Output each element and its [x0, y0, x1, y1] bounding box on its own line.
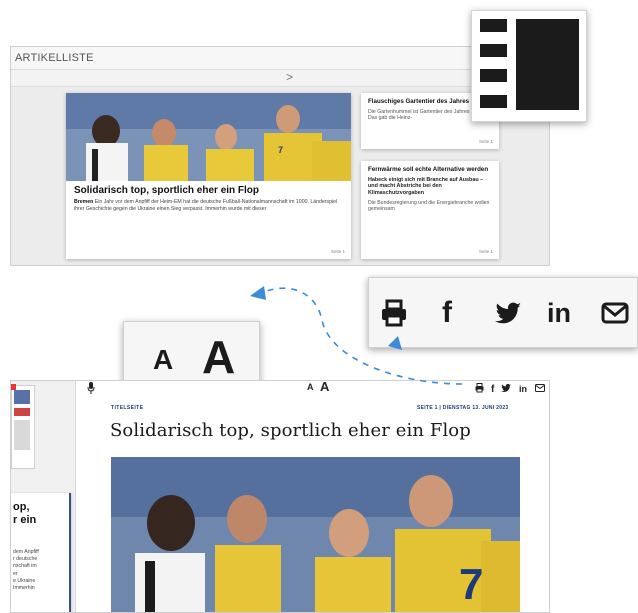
twitter-icon[interactable]: [493, 298, 523, 328]
preview-text-line: dem Anpfiff: [13, 549, 39, 555]
preview-text-line: er: [13, 570, 18, 577]
mail-icon[interactable]: [600, 298, 630, 328]
article-list-panel: ARTIKELLISTE > 7 Solidarisch top, sportl…: [10, 46, 550, 266]
font-increase-button[interactable]: A: [202, 330, 235, 384]
side-article-1-page: Seite 1: [478, 139, 493, 144]
thumbnail-block: [14, 408, 30, 416]
side-article-2-page: Seite 1: [478, 249, 493, 254]
share-popup: f in: [368, 277, 638, 348]
toolbar-print-icon[interactable]: [475, 383, 484, 393]
toolbar-twitter-icon[interactable]: [501, 383, 511, 392]
next-arrow-button[interactable]: >: [286, 70, 293, 84]
lead-location: Bremen: [74, 199, 94, 205]
toolbar-share-icons: f in: [475, 383, 545, 393]
preview-text-line: nschaft im: [13, 563, 37, 570]
preview-text-line: e Ukraine: [13, 577, 36, 584]
toolbar-font-decrease[interactable]: A: [307, 382, 314, 392]
article-view-panel: op, r ein dem Anpfiff r deutsche nschaft…: [10, 380, 550, 613]
side-article-2-text: Die Bundesregierung und die Energiebranc…: [368, 199, 490, 213]
facebook-icon[interactable]: f: [442, 296, 452, 330]
article-section-label: TITELSEITE: [111, 405, 144, 411]
toolbar-linkedin-icon[interactable]: in: [519, 384, 527, 393]
preview-text-line: r deutsche: [13, 556, 38, 563]
preview-title-line: op,: [13, 501, 30, 513]
article-nav-bar: >: [11, 70, 549, 87]
article-headline: Solidarisch top, sportlich eher ein Flop: [110, 420, 471, 441]
toolbar-facebook-icon[interactable]: f: [491, 384, 495, 393]
preview-title: op, r ein: [13, 501, 36, 527]
layout-bar: [480, 69, 507, 82]
toolbar-mail-icon[interactable]: [535, 384, 545, 392]
layout-bar: [480, 19, 507, 32]
font-decrease-button[interactable]: A: [153, 344, 173, 376]
layout-bar: [480, 95, 507, 108]
list-layout-icon[interactable]: [471, 10, 587, 122]
main-article-card[interactable]: 7 Solidarisch top, sportlich eher ein Fl…: [66, 93, 351, 259]
linkedin-icon[interactable]: in: [547, 298, 571, 329]
thumbnail-block: [14, 390, 30, 404]
main-article-lead: Bremen Ein Jahr vor dem Anpfiff der Heim…: [74, 199, 343, 213]
svg-text:7: 7: [459, 560, 483, 609]
svg-text:7: 7: [278, 145, 283, 155]
article-toolbar: A A f in: [75, 381, 549, 395]
toolbar-font-increase[interactable]: A: [320, 381, 329, 394]
lead-text: Ein Jahr vor dem Anpfiff der Heim-EM hat…: [74, 199, 338, 212]
article-list-header: ARTIKELLISTE: [11, 47, 549, 70]
side-article-2-subheadline: Habeck einigt sich mit Branche auf Ausba…: [368, 176, 484, 197]
article-page-date: SEITE 1 | DIENSTAG 13. JUNI 2023: [417, 405, 509, 411]
microphone-icon[interactable]: [87, 382, 95, 394]
page-thumbnail[interactable]: [11, 385, 35, 469]
side-article-card-2[interactable]: Fernwärme soll echte Alternative werden …: [361, 161, 499, 259]
article-list-title: ARTIKELLISTE: [15, 52, 94, 64]
page-thumbnail-strip: op, r ein dem Anpfiff r deutsche nschaft…: [11, 381, 76, 612]
print-icon[interactable]: [379, 298, 409, 328]
red-marker: [11, 384, 16, 390]
article-hero-photo: 7: [111, 457, 520, 612]
thumbnail-block: [14, 420, 30, 450]
layout-block: [516, 19, 579, 110]
article-preview-card[interactable]: op, r ein dem Anpfiff r deutsche nschaft…: [11, 493, 71, 612]
preview-text: dem Anpfiff r deutsche nschaft im er e U…: [13, 549, 39, 592]
article-photo: 7: [66, 93, 351, 181]
main-article-headline: Solidarisch top, sportlich eher ein Flop: [74, 185, 260, 196]
preview-text-line: Immerhin: [13, 585, 35, 592]
preview-title-line: r ein: [13, 514, 37, 526]
main-article-page: Seite 1: [330, 249, 345, 254]
side-article-2-headline: Fernwärme soll echte Alternative werden: [368, 166, 489, 173]
layout-bar: [480, 44, 507, 57]
